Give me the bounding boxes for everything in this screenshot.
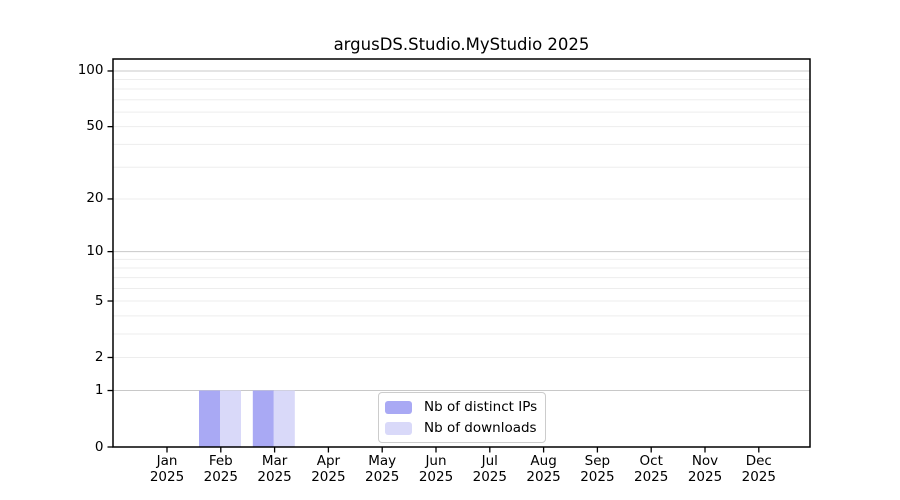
y-tick-label: 20	[86, 190, 104, 207]
bar-downloads	[220, 390, 241, 447]
y-tick-label: 5	[94, 292, 104, 309]
bar-distinct-ips	[199, 390, 220, 447]
legend-swatch-downloads	[385, 421, 412, 435]
x-tick-year: 2025	[741, 468, 776, 485]
y-tick-label: 50	[86, 118, 104, 135]
bar-downloads	[273, 390, 295, 447]
legend-entry-downloads: Nb of downloads	[385, 419, 537, 437]
legend-label-downloads: Nb of downloads	[424, 420, 537, 436]
legend-label-distinct-ips: Nb of distinct IPs	[424, 399, 538, 415]
chart-figure: argusDS.Studio.MyStudio 2025 0 1 2 5 10 20 50 1…	[0, 0, 900, 500]
legend-entry-distinct-ips: Nb of distinct IPs	[385, 398, 537, 416]
y-tick-label: 0	[94, 438, 104, 455]
y-tick-label: 100	[77, 62, 104, 79]
plot-border	[112, 58, 811, 448]
y-tick-label: 2	[94, 348, 104, 365]
x-tick-label: Dec 2025	[727, 453, 791, 485]
y-tick-label: 1	[94, 382, 104, 399]
bar-distinct-ips	[252, 390, 274, 447]
legend: Nb of distinct IPs Nb of downloads	[378, 392, 547, 443]
legend-swatch-distinct-ips	[385, 400, 412, 414]
y-tick-label: 10	[86, 243, 104, 260]
x-tick-month: Dec	[745, 453, 772, 469]
